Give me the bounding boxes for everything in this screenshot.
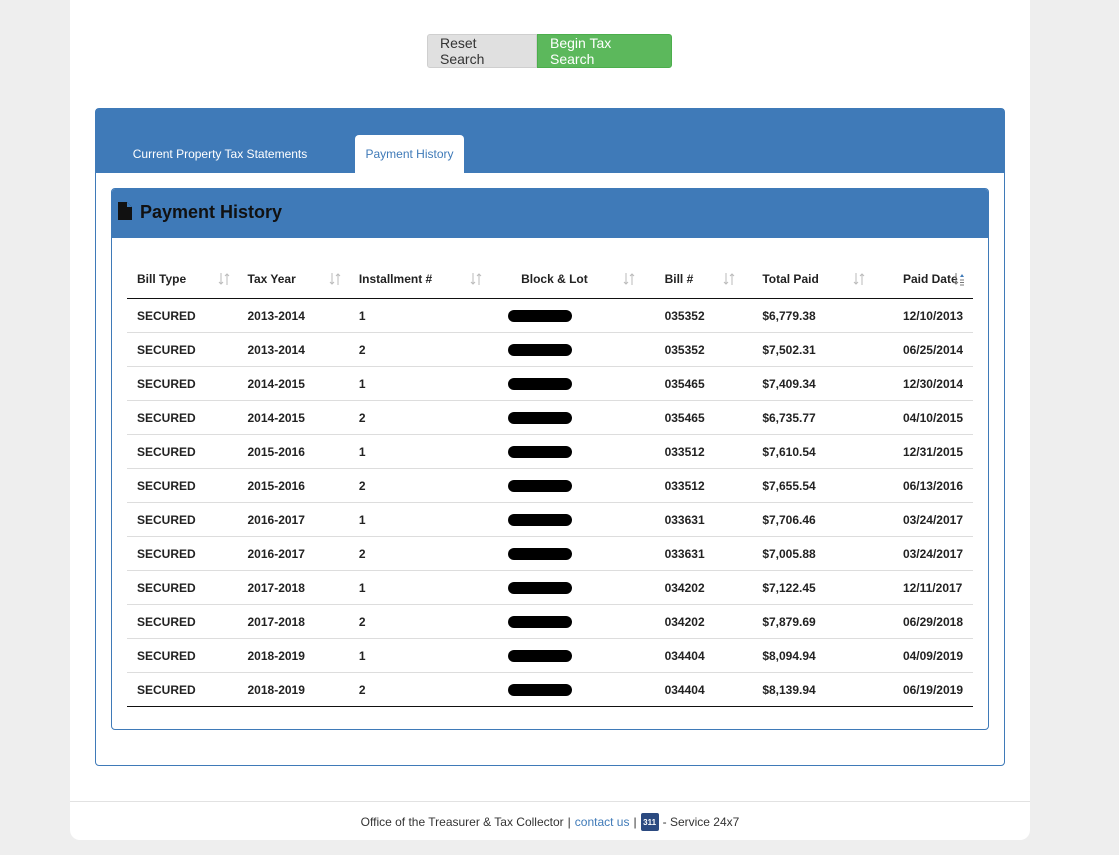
column-header-total-paid[interactable]: Total Paid xyxy=(743,260,873,299)
block-lot-cell xyxy=(490,366,643,401)
block-lot-cell xyxy=(490,604,643,639)
reset-search-button[interactable]: Reset Search xyxy=(427,34,537,68)
footer: Office of the Treasurer & Tax Collector … xyxy=(70,813,1030,831)
table-row: SECURED 2013-2014 2 035352 $7,502.31 06/… xyxy=(127,332,973,367)
table-row: SECURED 2018-2019 1 034404 $8,094.94 04/… xyxy=(127,638,973,673)
table-header-row: Bill Type Tax Year Installment # Block &… xyxy=(127,260,973,299)
sort-active-icon[interactable] xyxy=(953,272,965,286)
redaction-mark xyxy=(508,650,573,663)
tab-payment-history[interactable]: Payment History xyxy=(355,135,464,173)
block-lot-cell xyxy=(490,638,643,673)
redaction-mark xyxy=(508,480,573,493)
table-row: SECURED 2017-2018 2 034202 $7,879.69 06/… xyxy=(127,604,973,639)
contact-us-link[interactable]: contact us xyxy=(575,815,630,829)
block-lot-cell xyxy=(490,434,643,469)
panel-header: Payment History xyxy=(112,189,988,238)
redaction-mark xyxy=(508,412,573,425)
table-row: SECURED 2013-2014 1 035352 $6,779.38 12/… xyxy=(127,299,973,333)
panel-title: Payment History xyxy=(140,202,283,222)
sort-icon[interactable] xyxy=(329,272,341,286)
redaction-mark xyxy=(508,582,573,595)
search-button-group: Reset Search Begin Tax Search xyxy=(427,34,672,68)
block-lot-cell xyxy=(490,332,643,367)
sort-icon[interactable] xyxy=(853,272,865,286)
redaction-mark xyxy=(508,446,573,459)
block-lot-cell xyxy=(490,468,643,503)
sort-icon[interactable] xyxy=(723,272,735,286)
tax-panel: Current Property Tax Statements Payment … xyxy=(95,108,1005,766)
block-lot-cell xyxy=(490,570,643,605)
block-lot-cell xyxy=(490,299,642,333)
column-header-block-lot[interactable]: Block & Lot xyxy=(490,260,643,299)
block-lot-cell xyxy=(490,400,643,435)
column-header-bill-number[interactable]: Bill # xyxy=(642,260,744,299)
column-header-paid-date[interactable]: Paid Date xyxy=(872,260,973,299)
footer-service: - Service 24x7 xyxy=(662,815,740,829)
document-icon xyxy=(118,201,132,220)
column-header-tax-year[interactable]: Tax Year xyxy=(237,260,349,299)
footer-separator: | xyxy=(567,815,571,829)
table-row: SECURED 2015-2016 1 033512 $7,610.54 12/… xyxy=(127,434,973,469)
table-row: SECURED 2016-2017 1 033631 $7,706.46 03/… xyxy=(127,502,973,537)
table-row: SECURED 2014-2015 2 035465 $6,735.77 04/… xyxy=(127,400,973,435)
sort-icon[interactable] xyxy=(623,272,635,286)
tab-bar: Current Property Tax Statements Payment … xyxy=(96,109,1004,173)
redaction-mark xyxy=(508,616,573,629)
redaction-mark xyxy=(508,514,573,527)
redaction-mark xyxy=(508,344,573,357)
table-row: SECURED 2014-2015 1 035465 $7,409.34 12/… xyxy=(127,366,973,401)
column-header-installment[interactable]: Installment # xyxy=(348,260,491,299)
begin-tax-search-button[interactable]: Begin Tax Search xyxy=(537,34,672,68)
tab-current-statements[interactable]: Current Property Tax Statements xyxy=(122,135,318,173)
footer-office: Office of the Treasurer & Tax Collector xyxy=(360,815,564,829)
column-header-bill-type[interactable]: Bill Type xyxy=(127,260,238,299)
table-row: SECURED 2018-2019 2 034404 $8,139.94 06/… xyxy=(127,672,973,707)
redaction-mark xyxy=(508,310,573,323)
block-lot-cell xyxy=(490,536,643,571)
redaction-mark xyxy=(508,378,573,391)
table-row: SECURED 2016-2017 2 033631 $7,005.88 03/… xyxy=(127,536,973,571)
page: Reset Search Begin Tax Search Current Pr… xyxy=(70,0,1030,840)
block-lot-cell xyxy=(490,672,643,707)
311-icon[interactable]: 311 xyxy=(640,813,659,831)
block-lot-cell xyxy=(490,502,643,537)
footer-divider xyxy=(70,801,1030,802)
redaction-mark xyxy=(508,684,573,697)
payment-history-panel: Payment History Bill Type Tax Year Insta… xyxy=(111,188,989,730)
footer-separator: | xyxy=(633,815,637,829)
payment-history-table: Bill Type Tax Year Installment # Block &… xyxy=(127,260,973,707)
table-row: SECURED 2015-2016 2 033512 $7,655.54 06/… xyxy=(127,468,973,503)
sort-icon[interactable] xyxy=(470,272,482,286)
sort-icon[interactable] xyxy=(218,272,230,286)
redaction-mark xyxy=(508,548,573,561)
table-row: SECURED 2017-2018 1 034202 $7,122.45 12/… xyxy=(127,570,973,605)
